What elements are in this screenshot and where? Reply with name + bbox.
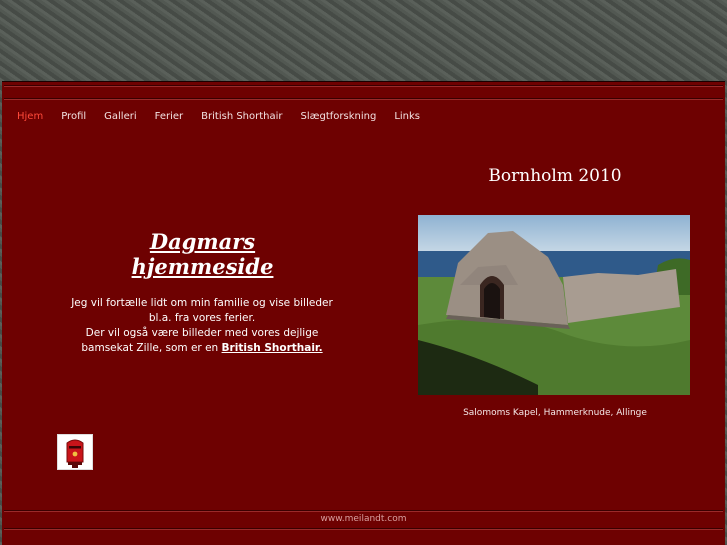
intro-line-prefix: bamsekat Zille, som er en xyxy=(81,342,219,354)
chapel-photo[interactable] xyxy=(418,215,690,395)
nav-item-slaegtforskning[interactable]: Slægtforskning xyxy=(301,110,377,124)
bottom-divider-2 xyxy=(4,528,723,530)
red-mailbox-icon-graphic xyxy=(58,435,92,469)
intro-line: Jeg vil fortælle lidt om min familie og … xyxy=(71,297,333,309)
nav-item-british-shorthair[interactable]: British Shorthair xyxy=(201,110,282,124)
nav-item-links[interactable]: Links xyxy=(394,110,420,124)
intro-line: Der vil også være billeder med vores dej… xyxy=(85,327,319,339)
bottom-divider xyxy=(4,510,723,512)
top-divider-2 xyxy=(4,98,723,100)
red-mailbox-icon[interactable] xyxy=(57,434,93,470)
photo-caption: Salomoms Kapel, Hammerknude, Allinge xyxy=(463,408,647,418)
site-title: Dagmars hjemmeside xyxy=(131,229,274,279)
footer-text[interactable]: www.meilandt.com xyxy=(2,514,725,524)
photo-heading: Bornholm 2010 xyxy=(488,166,622,186)
content-frame: Hjem Profil Galleri Ferier British Short… xyxy=(2,81,725,545)
nav-item-galleri[interactable]: Galleri xyxy=(104,110,136,124)
british-shorthair-link[interactable]: British Shorthair. xyxy=(222,342,323,354)
intro-text: Jeg vil fortælle lidt om min familie og … xyxy=(42,296,362,356)
nav-item-hjem[interactable]: Hjem xyxy=(17,110,43,124)
main-nav: Hjem Profil Galleri Ferier British Short… xyxy=(17,110,438,124)
nav-item-ferier[interactable]: Ferier xyxy=(155,110,184,124)
intro-line: bl.a. fra vores ferier. xyxy=(148,312,256,324)
intro-line: bamsekat Zille, som er en British Shorth… xyxy=(42,341,362,356)
chapel-photo-image xyxy=(418,215,690,395)
nav-item-profil[interactable]: Profil xyxy=(61,110,86,124)
top-divider xyxy=(4,85,723,87)
